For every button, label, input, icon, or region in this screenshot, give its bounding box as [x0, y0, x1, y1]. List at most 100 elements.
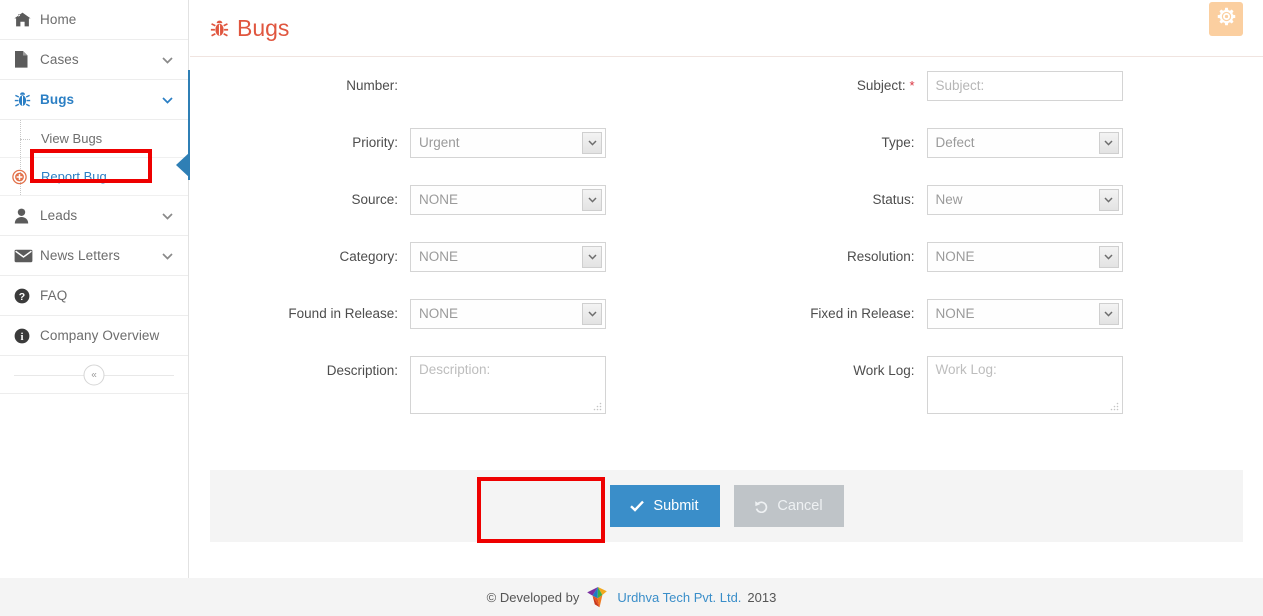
sidebar-item-report-bug[interactable]: Report Bug — [0, 158, 188, 196]
envelope-icon — [14, 249, 40, 263]
field-label: Subject: * — [856, 78, 915, 93]
field-label: Number: — [346, 78, 398, 93]
field-label: Source: — [351, 192, 398, 207]
sidebar-item-view-bugs[interactable]: View Bugs — [0, 120, 188, 158]
sidebar-subitem-label: View Bugs — [41, 131, 103, 146]
description-placeholder: Description: — [419, 362, 491, 377]
field-priority: Priority: Urgent — [210, 128, 727, 158]
chevron-down-icon — [1098, 189, 1119, 211]
home-icon — [14, 12, 40, 27]
chevron-down-icon — [582, 303, 602, 325]
sidebar-item-leads[interactable]: Leads — [0, 196, 188, 236]
field-label: Resolution: — [846, 249, 915, 264]
source-select[interactable]: NONE — [410, 185, 606, 215]
gear-icon — [1217, 7, 1236, 31]
chevron-down-icon — [162, 91, 173, 109]
cancel-button-label: Cancel — [777, 498, 823, 514]
form-row: Source: NONE Status: New — [210, 185, 1243, 215]
question-circle-icon: ? — [14, 288, 40, 304]
page-title: Bugs — [237, 14, 290, 41]
submit-button[interactable]: Submit — [609, 485, 720, 527]
found-in-release-select[interactable]: NONE — [410, 299, 606, 329]
user-icon — [14, 208, 40, 224]
field-fixed-in-release: Fixed in Release: NONE — [727, 299, 1244, 329]
footer-year: 2013 — [747, 589, 777, 605]
resize-handle-icon[interactable] — [593, 402, 602, 411]
chevron-down-icon — [162, 247, 173, 265]
field-label: Type: — [881, 135, 915, 150]
category-select[interactable]: NONE — [410, 242, 606, 272]
work-log-placeholder: Work Log: — [935, 362, 997, 377]
field-label: Work Log: — [853, 363, 915, 378]
info-circle-icon: i — [14, 328, 40, 344]
field-label: Priority: — [352, 135, 398, 150]
footer-company-link[interactable]: Urdhva Tech Pvt. Ltd. — [617, 590, 741, 605]
status-select[interactable]: New — [926, 185, 1123, 215]
field-work-log: Work Log: Work Log: — [727, 356, 1244, 414]
footer: © Developed by Urdhva Tech Pvt. Ltd. 201… — [0, 578, 1263, 616]
tree-tick — [20, 138, 30, 140]
collapse-sidebar-button[interactable]: « — [83, 364, 105, 385]
form-row: Category: NONE Resolution: NONE — [210, 242, 1243, 272]
svg-text:?: ? — [19, 291, 25, 303]
fixed-in-release-select[interactable]: NONE — [926, 299, 1123, 329]
chevron-down-icon — [162, 51, 173, 69]
field-label: Status: — [872, 192, 915, 207]
sidebar-collapse-row: « — [0, 356, 188, 394]
submit-button-label: Submit — [653, 498, 699, 514]
subject-input[interactable]: Subject: — [926, 71, 1123, 101]
form-row: Priority: Urgent Type: Defect — [210, 128, 1243, 158]
description-textarea[interactable]: Description: — [410, 356, 606, 414]
field-source: Source: NONE — [210, 185, 727, 215]
plus-circle-icon — [12, 169, 27, 184]
bug-icon — [210, 19, 229, 38]
bug-icon — [14, 91, 40, 108]
form-row: Description: Description: Work Log: Work… — [210, 356, 1243, 414]
chevron-down-icon — [1098, 246, 1119, 268]
field-found-in-release: Found in Release: NONE — [210, 299, 727, 329]
chevron-down-icon — [582, 246, 602, 268]
category-value: NONE — [419, 249, 459, 264]
priority-select[interactable]: Urgent — [410, 128, 606, 158]
sidebar-item-label: News Letters — [40, 248, 120, 263]
sidebar-item-faq[interactable]: ? FAQ — [0, 276, 188, 316]
sidebar-item-cases[interactable]: Cases — [0, 40, 188, 80]
type-value: Defect — [935, 135, 975, 150]
form-actions-panel: Submit Cancel — [210, 470, 1243, 542]
sidebar-item-news-letters[interactable]: News Letters — [0, 236, 188, 276]
settings-button[interactable] — [1209, 2, 1243, 36]
fixed-in-release-value: NONE — [935, 306, 975, 321]
resize-handle-icon[interactable] — [1110, 402, 1119, 411]
sidebar-item-company-overview[interactable]: i Company Overview — [0, 316, 188, 356]
status-value: New — [935, 192, 963, 207]
field-type: Type: Defect — [727, 128, 1244, 158]
urdhva-fan-logo-icon — [585, 585, 611, 609]
sidebar-item-home[interactable]: Home — [0, 0, 188, 40]
sidebar-item-label: Bugs — [40, 92, 75, 107]
cancel-button[interactable]: Cancel — [733, 485, 844, 527]
work-log-textarea[interactable]: Work Log: — [926, 356, 1123, 414]
source-value: NONE — [419, 192, 459, 207]
chevron-down-icon — [162, 207, 173, 225]
field-resolution: Resolution: NONE — [727, 242, 1244, 272]
sidebar-subitem-label: Report Bug — [41, 169, 107, 184]
resolution-select[interactable]: NONE — [926, 242, 1123, 272]
type-select[interactable]: Defect — [926, 128, 1123, 158]
field-label: Description: — [326, 363, 398, 378]
page-header: Bugs — [190, 0, 1263, 57]
sidebar-item-bugs[interactable]: Bugs — [0, 80, 188, 120]
found-in-release-value: NONE — [419, 306, 459, 321]
check-icon — [630, 500, 645, 512]
sidebar-item-label: Home — [40, 12, 77, 27]
bug-form: Number: Subject: * Subject: Priority: Ur… — [190, 57, 1263, 414]
field-subject: Subject: * Subject: — [727, 71, 1244, 101]
undo-icon — [754, 500, 768, 513]
document-icon — [14, 51, 40, 68]
field-label: Found in Release: — [288, 306, 398, 321]
field-description: Description: Description: — [210, 356, 727, 414]
form-row: Found in Release: NONE Fixed in Release:… — [210, 299, 1243, 329]
